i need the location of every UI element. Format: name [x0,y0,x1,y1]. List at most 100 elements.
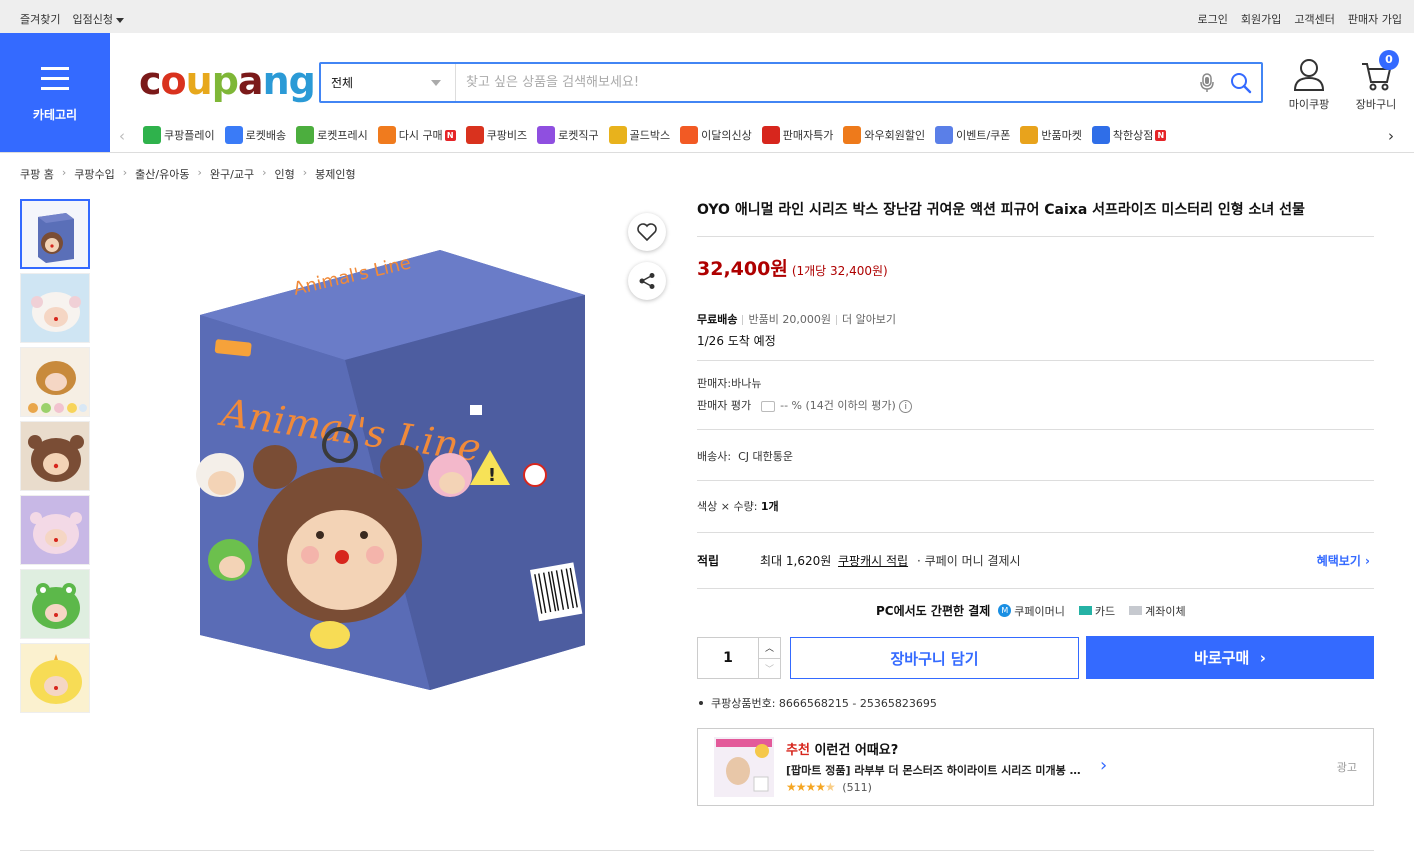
benefit-link[interactable]: 혜택보기 › [1317,552,1370,569]
search-input[interactable] [456,64,1193,101]
nav-prev-icon[interactable]: ‹ [119,127,125,145]
rocket-global-icon [537,126,556,144]
catnav-item-0[interactable]: 쿠팡플레이 [143,126,215,144]
microphone-icon[interactable] [1193,69,1221,97]
basket-icon [377,126,396,144]
new-badge: N [444,129,456,141]
catnav-item-1[interactable]: 로켓배송 [224,126,287,144]
catnav-label: 이달의신상 [701,129,752,142]
category-button[interactable]: 카테고리 [0,33,110,152]
points-max: 최대 1,620원 [760,554,832,568]
reco-label-rest: 이런건 어때요? [814,743,899,758]
seller-row: 판매자:바나뉴 [697,375,761,391]
customer-center-link[interactable]: 고객센터 [1294,11,1334,27]
breadcrumb-separator-icon: › [197,166,202,179]
top-bar: 즐겨찾기 입점신청 로그인 회원가입 고객센터 판매자 가입 [0,0,1414,33]
breadcrumb-separator-icon: › [61,166,67,179]
decrease-button[interactable]: ﹀ [759,657,780,679]
thumbnail-5[interactable] [20,495,90,565]
product-detail-panel: OYO 애니멀 라인 시리즈 박스 장난감 귀여운 액션 피규어 Caixa 서… [697,200,1374,806]
points-label: 적립 [697,554,720,568]
category-nav-items: 쿠팡플레이 로켓배송 로켓프레시 다시 구매 N 쿠팡비즈 로켓직구 골드박스 이달의신상 판매자… [143,126,1176,144]
catnav-label: 골드박스 [629,129,671,142]
catnav-item-9[interactable]: 와우회원할인 [843,126,925,144]
cart-count-badge: 0 [1379,50,1399,70]
catnav-item-8[interactable]: 판매자특가 [761,126,833,144]
reco-rating: ★★★★★ (511) [786,780,872,794]
quantity-input[interactable] [698,638,758,678]
buy-now-button[interactable]: 바로구매 › [1086,636,1374,679]
share-icon [639,273,655,289]
product-main-image[interactable]: Animal's Line Animal's Line ! [180,235,610,705]
card-icon [1078,606,1092,615]
carrier-label: 배송사: [697,450,732,463]
thumbnail-7[interactable] [20,643,90,713]
breadcrumb-item[interactable]: 쿠팡수입 [74,166,114,182]
catnav-label: 와우회원할인 [864,129,926,142]
seller-signup-link[interactable]: 판매자 가입 [1348,11,1402,27]
breadcrumb-separator-icon: › [262,166,267,179]
seller-rating-value: -- % [780,399,802,412]
nav-next-icon[interactable]: › [1388,127,1394,145]
option-row: 색상 × 수량: 1개 [697,498,779,514]
search-category-select[interactable]: 전체 [321,64,456,101]
mycoupang-button[interactable]: 마이쿠팡 [1279,58,1339,112]
bullet-icon [699,701,703,705]
catnav-item-11[interactable]: 반품마켓 [1020,126,1082,144]
recommendation-box[interactable]: 추천 이런건 어때요? [팝마트 정품] 라부부 더 몬스터즈 하이라이트 시리… [697,728,1374,806]
catnav-item-3[interactable]: 다시 구매 N [377,126,456,144]
coupang-logo[interactable]: coupang [139,55,316,107]
login-link[interactable]: 로그인 [1198,11,1228,27]
catnav-item-7[interactable]: 이달의신상 [680,126,752,144]
wishlist-button[interactable] [628,213,666,251]
thumbnail-6[interactable] [20,569,90,639]
catnav-item-6[interactable]: 골드박스 [608,126,671,144]
catnav-label: 다시 구매 [398,129,443,142]
payment-row: PC에서도 간편한 결제 M 쿠페이머니 카드 계좌이체 [876,602,1186,619]
thumbnail-4[interactable] [20,421,90,491]
catnav-label: 로켓배송 [245,129,287,142]
reco-title: [팝마트 정품] 라부부 더 몬스터즈 하이라이트 시리즈 미개봉 … [786,764,1081,777]
divider [697,480,1374,481]
breadcrumb-item[interactable]: 출산/유아동 [135,166,189,182]
benefit-label: 혜택보기 [1316,554,1361,568]
bookmark-link[interactable]: 즐겨찾기 [20,11,60,27]
thumbnail-1[interactable] [20,199,90,269]
return-fee: 반품비 20,000원 [748,313,831,326]
breadcrumb-item[interactable]: 인형 [274,166,294,182]
card-label: 카드 [1094,604,1116,618]
new-badge: N [1155,129,1167,141]
category-label: 카테고리 [32,108,78,122]
breadcrumb-item[interactable]: 쿠팡 홈 [20,166,54,182]
catnav-item-5[interactable]: 로켓직구 [537,126,599,144]
coupang-cash-link[interactable]: 쿠팡캐시 적립 [838,552,908,569]
buy-now-label: 바로구매 [1194,649,1250,667]
thumbnail-3[interactable] [20,347,90,417]
learn-more-link[interactable]: 더 알아보기 [842,313,896,326]
catnav-label: 이벤트/쿠폰 [956,129,1011,142]
catnav-label: 로켓직구 [558,129,599,142]
search-icon[interactable] [1221,69,1261,97]
breadcrumb-item[interactable]: 완구/교구 [210,166,254,182]
catnav-label: 쿠팡플레이 [164,129,215,142]
catnav-item-10[interactable]: 이벤트/쿠폰 [935,126,1010,144]
add-to-cart-button[interactable]: 장바구니 담기 [790,637,1079,679]
cart-button[interactable]: 장바구니 0 [1346,50,1406,112]
catnav-item-4[interactable]: 쿠팡비즈 [465,126,527,144]
catnav-item-2[interactable]: 로켓프레시 [296,126,368,144]
seller-apply-link[interactable]: 입점신청 [72,11,124,27]
wow-icon [843,126,862,144]
thumbnail-2[interactable] [20,273,90,343]
signup-link[interactable]: 회원가입 [1241,11,1281,27]
share-button[interactable] [628,262,666,300]
header-divider [0,152,1414,153]
increase-button[interactable]: ︿ [759,638,780,658]
divider [20,850,1374,851]
catnav-item-12[interactable]: 착한상점 N [1091,126,1167,144]
divider [697,360,1374,361]
seller-name-link[interactable]: 바나뉴 [731,377,761,390]
reco-next-icon[interactable]: › [1100,755,1107,776]
breadcrumb-item[interactable]: 봉제인형 [315,166,355,182]
biz-icon [465,126,484,144]
info-icon[interactable]: i [899,399,913,413]
